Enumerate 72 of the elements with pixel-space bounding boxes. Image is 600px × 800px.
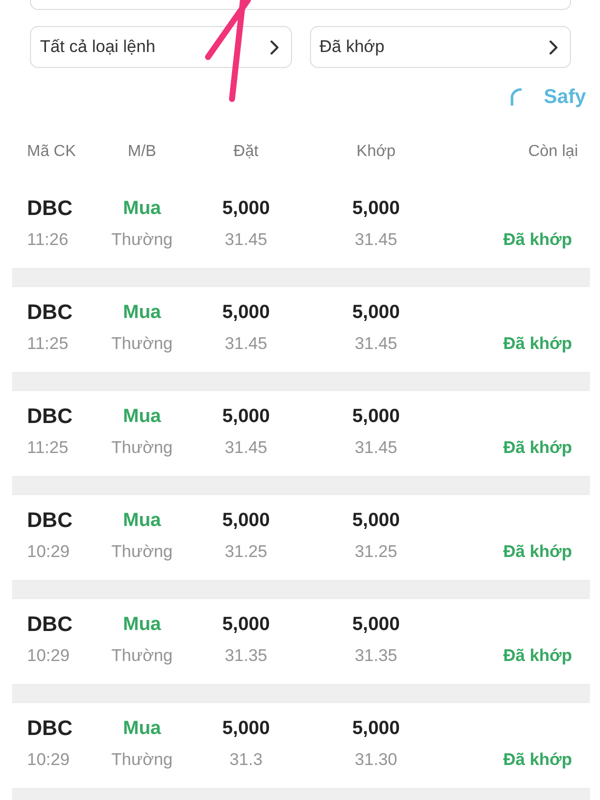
matched-price: 31.45 <box>354 229 398 252</box>
arc-icon <box>510 88 522 106</box>
order-quantity: 5,000 <box>221 508 271 533</box>
order-row[interactable]: DBC Mua 5,000 5,000 10:29 Thường 31.3 31.30 Đã khớp <box>12 703 590 788</box>
order-price: 31.3 <box>228 749 264 772</box>
order-quantity: 5,000 <box>221 612 271 637</box>
order-type: Thường <box>110 645 174 668</box>
order-price: 31.35 <box>224 645 268 668</box>
order-type: Thường <box>110 437 174 460</box>
matched-price: 31.45 <box>354 437 398 460</box>
order-time: 11:25 <box>27 437 70 460</box>
order-status: Đã khớp <box>502 437 572 460</box>
order-type: Thường <box>110 333 174 356</box>
matched-quantity: 5,000 <box>351 508 401 533</box>
matched-quantity: 5,000 <box>351 612 401 637</box>
order-side: Mua <box>122 196 162 221</box>
chevron-right-icon <box>270 40 278 54</box>
stock-symbol: DBC <box>27 716 74 742</box>
matched-price: 31.45 <box>354 333 398 356</box>
order-status: Đã khớp <box>502 541 572 564</box>
filter-dropdown[interactable]: Tất cả loại lệnh <box>30 26 292 68</box>
order-side: Mua <box>122 716 162 741</box>
stock-symbol: DBC <box>27 612 74 638</box>
order-side: Mua <box>122 404 162 429</box>
matched-price: 31.30 <box>354 749 398 772</box>
matched-price: 31.35 <box>354 645 398 668</box>
order-status: Đã khớp <box>502 333 572 356</box>
order-time: 10:29 <box>27 749 71 772</box>
order-quantity: 5,000 <box>221 300 271 325</box>
order-side: Mua <box>122 508 162 533</box>
stock-symbol: DBC <box>27 300 74 326</box>
matched-quantity: 5,000 <box>351 404 401 429</box>
matched-quantity: 5,000 <box>351 196 401 221</box>
column-header: Đặt <box>232 142 260 162</box>
order-type: Thường <box>110 541 174 564</box>
column-header: M/B <box>126 142 158 162</box>
stock-symbol: DBC <box>27 404 74 430</box>
order-side: Mua <box>122 300 162 325</box>
order-time: 10:29 <box>27 541 71 564</box>
order-type: Thường <box>110 229 174 252</box>
order-type: Thường <box>110 749 174 772</box>
order-time: 11:25 <box>27 333 70 356</box>
matched-quantity: 5,000 <box>351 716 401 741</box>
order-quantity: 5,000 <box>221 196 271 221</box>
matched-quantity: 5,000 <box>351 300 401 325</box>
order-row[interactable]: DBC Mua 5,000 5,000 11:25 Thường 31.45 31.45 Đã khớp <box>12 391 590 476</box>
filter-dropdown[interactable]: Đã khớp <box>310 26 571 68</box>
order-status: Đã khớp <box>502 749 572 772</box>
order-status: Đã khớp <box>502 645 572 668</box>
column-header: Khớp <box>356 142 396 162</box>
input-field[interactable] <box>30 0 571 10</box>
column-header: Còn lại <box>527 142 578 162</box>
order-quantity: 5,000 <box>221 404 271 429</box>
order-price: 31.45 <box>224 333 268 356</box>
order-row[interactable]: DBC Mua 5,000 5,000 11:25 Thường 31.45 31.45 Đã khớp <box>12 287 590 372</box>
stock-symbol: DBC <box>27 196 74 222</box>
order-quantity: 5,000 <box>221 716 271 741</box>
order-row[interactable]: DBC Mua 5,000 5,000 10:29 Thường 31.25 31.25 Đã khớp <box>12 495 590 580</box>
order-price: 31.45 <box>224 229 268 252</box>
brand-name: Safy <box>544 85 586 110</box>
stock-symbol: DBC <box>27 508 74 534</box>
matched-price: 31.25 <box>354 541 398 564</box>
column-header: Mã CK <box>27 142 77 162</box>
order-time: 10:29 <box>27 645 71 668</box>
order-side: Mua <box>122 612 162 637</box>
order-row[interactable]: DBC Mua 5,000 5,000 10:29 Thường 31.35 31.35 Đã khớp <box>12 599 590 684</box>
order-row[interactable]: DBC Mua 5,000 5,000 11:26 Thường 31.45 31.45 Đã khớp <box>12 183 590 268</box>
chevron-right-icon <box>549 40 558 54</box>
order-price: 31.45 <box>224 437 268 460</box>
order-time: 11:26 <box>27 229 70 252</box>
order-price: 31.25 <box>224 541 268 564</box>
order-status: Đã khớp <box>502 229 572 252</box>
